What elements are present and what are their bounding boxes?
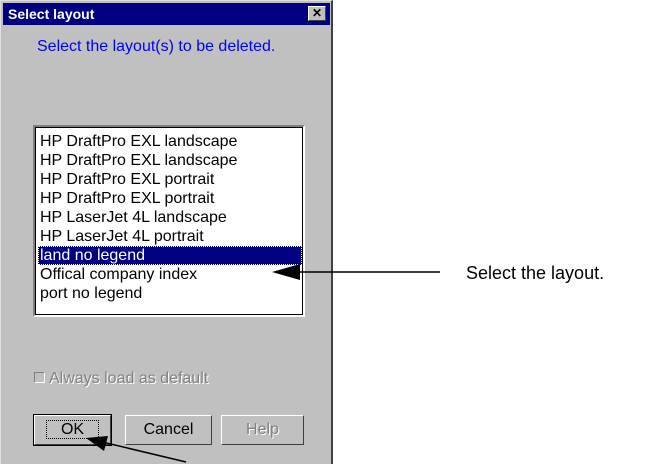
select-layout-arrowhead [272,264,300,280]
select-layout-annotation: Select the layout. [466,263,605,283]
ok-arrowhead [86,436,108,451]
ok-arrow-line [97,440,187,463]
annotation-arrows [86,264,440,463]
